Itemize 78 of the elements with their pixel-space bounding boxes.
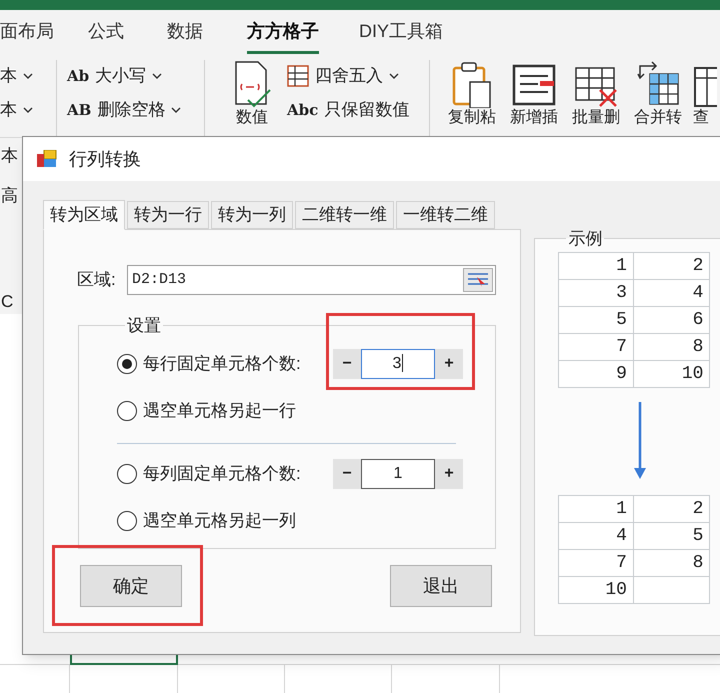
tab[interactable]: 转为区域 — [43, 200, 125, 230]
ribbon-button[interactable]: Abc 只保留数值 — [287, 98, 410, 122]
table-cell: 5 — [559, 306, 634, 334]
caret-icon — [389, 73, 399, 79]
dialog-button[interactable]: 确定 — [80, 565, 182, 607]
ribbon-button[interactable]: 复制粘 — [445, 60, 499, 128]
app-icon — [37, 150, 57, 168]
text-cursor — [402, 354, 404, 372]
text-style-icon: AB — [67, 98, 92, 122]
ribbon-button[interactable]: 批量删 — [569, 60, 623, 128]
group-title: 设置 — [126, 315, 162, 337]
table-cell: 7 — [559, 334, 634, 360]
minus-button[interactable]: − — [333, 348, 361, 378]
ribbon-tab[interactable]: 公式 — [88, 14, 124, 54]
caret-icon — [23, 107, 33, 113]
number-field[interactable]: 1 — [361, 458, 435, 488]
ribbon-button[interactable]: 查 — [693, 60, 717, 128]
tab[interactable]: 转为一列 — [211, 201, 293, 229]
radio-button[interactable] — [117, 400, 137, 420]
minus-button[interactable]: − — [333, 458, 361, 488]
table-cell: 4 — [634, 280, 710, 306]
caret-icon — [171, 107, 182, 113]
ribbon-button[interactable]: 四舍五入 — [287, 64, 410, 88]
radio-button[interactable] — [117, 510, 137, 530]
text-style-icon: Abc — [287, 98, 318, 122]
radio-button[interactable] — [117, 354, 137, 374]
window-title: 行列转换 — [69, 148, 141, 170]
radio-button[interactable] — [117, 464, 137, 484]
table-cell: 7 — [559, 550, 634, 576]
ribbon-button[interactable]: Ab 大小写 — [67, 64, 182, 88]
table-cell: 4 — [559, 522, 634, 550]
table-cell: 10 — [634, 360, 710, 388]
text-style-icon: Ab — [67, 64, 90, 88]
ribbon-button[interactable]: 数值 — [225, 60, 279, 128]
table-cell: 1 — [559, 496, 634, 522]
field-label: 区域: — [77, 269, 117, 292]
table-cell: 3 — [559, 280, 634, 306]
ribbon-tab[interactable]: 数据 — [167, 14, 203, 54]
plus-button[interactable]: + — [435, 458, 463, 488]
table-cell: 1 — [559, 252, 634, 280]
option-label: 每行固定单元格个数: — [143, 352, 302, 375]
tab[interactable]: 转为一行 — [127, 201, 209, 229]
caret-icon — [23, 73, 33, 79]
tab[interactable]: 二维转一维 — [295, 201, 394, 229]
option-label: 遇空单元格另起一列 — [143, 510, 296, 532]
group-title: 示例 — [567, 228, 604, 250]
caret-icon — [152, 73, 162, 79]
ribbon-button[interactable]: 本 — [0, 98, 33, 122]
table-cell: 5 — [634, 522, 710, 550]
option-label: 遇空单元格另起一行 — [143, 400, 296, 422]
table-cell: 6 — [634, 306, 710, 334]
ribbon-button[interactable]: 合并转 — [631, 60, 685, 128]
clipboard-icon — [450, 60, 494, 108]
option-label: 每列固定单元格个数: — [143, 462, 302, 485]
table-cell: 2 — [634, 252, 710, 280]
table-cell: 9 — [559, 360, 634, 388]
ribbon-button[interactable]: 新增插 — [507, 60, 561, 128]
table-cell: 8 — [634, 550, 710, 576]
plus-button[interactable]: + — [435, 348, 463, 378]
range-field[interactable]: D2:D13 — [127, 265, 496, 295]
cut-label: 高 — [0, 185, 19, 207]
table-cell: 8 — [634, 334, 710, 360]
cut-label: C — [0, 291, 14, 313]
tab[interactable]: 一维转二维 — [396, 201, 495, 229]
table-arrow-icon — [467, 272, 489, 288]
ribbon-tab[interactable]: 面布局 — [0, 14, 54, 54]
range-picker-button[interactable] — [463, 268, 493, 292]
grid-swap-icon — [636, 60, 680, 108]
dialog-button[interactable]: 退出 — [390, 565, 492, 607]
cut-label: 本 — [0, 145, 19, 167]
number-field[interactable]: 3 — [361, 348, 435, 378]
ribbon-button[interactable]: 本 — [0, 64, 33, 88]
down-arrow-icon — [634, 402, 646, 480]
ribbon-button[interactable]: AB 删除空格 — [67, 98, 182, 122]
ribbon-tab[interactable]: DIY工具箱 — [359, 14, 444, 54]
table-cell: 2 — [634, 496, 710, 522]
grid-icon — [287, 65, 309, 87]
table-cell: 10 — [559, 576, 634, 604]
